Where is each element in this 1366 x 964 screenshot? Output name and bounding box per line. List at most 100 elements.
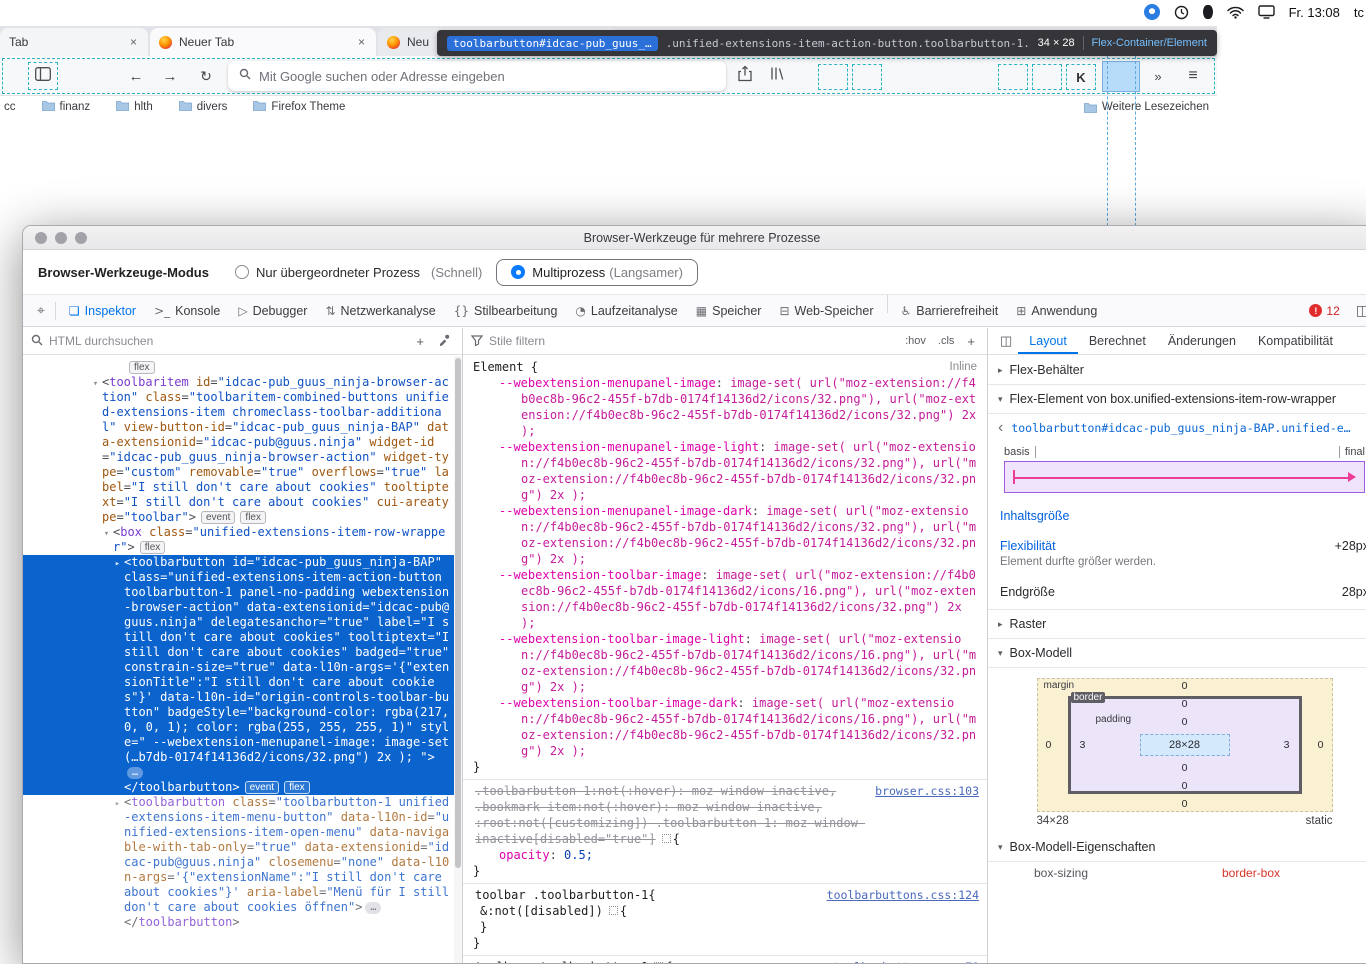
chevron-left-icon[interactable]: ‹ — [998, 420, 1003, 436]
flex-item-selector[interactable]: toolbarbutton#idcac-pub_guus_ninja-BAP.u… — [1011, 421, 1350, 435]
split-console-icon[interactable]: ◫ — [1352, 302, 1366, 319]
tab-laufzeitanalyse[interactable]: ◔Laufzeitanalyse — [566, 295, 686, 326]
add-node-button[interactable]: + — [412, 334, 428, 349]
css-declaration[interactable]: --webextension-toolbar-image-dark: image… — [463, 695, 987, 759]
mouse-icon[interactable] — [1203, 5, 1213, 19]
markup-node[interactable]: ▸<toolbarbutton class="toolbarbutton-1 u… — [23, 795, 454, 930]
menubar-clock[interactable]: Fr. 13:08 — [1289, 5, 1340, 20]
css-declaration[interactable]: --webextension-menupanel-image-dark: ima… — [463, 503, 987, 567]
box-model-property-row[interactable]: box-sizingborder-box — [988, 862, 1366, 884]
border-left-value[interactable]: 3 — [1080, 739, 1086, 751]
mode-option-parent-process[interactable]: Nur übergeordneter Prozess (Schnell) — [235, 265, 482, 280]
eyedropper-icon[interactable] — [434, 334, 454, 349]
padding-bottom-value[interactable]: 0 — [1182, 762, 1188, 774]
chevron-right-icon[interactable]: ▸ — [111, 795, 124, 915]
error-count-badge[interactable]: ! 12 — [1309, 304, 1339, 318]
wifi-icon[interactable] — [1227, 6, 1244, 19]
bookmark-item[interactable]: divers — [179, 100, 228, 114]
chevron-down-icon[interactable]: ▾ — [100, 525, 113, 555]
tab-close-icon[interactable]: × — [356, 36, 367, 48]
add-rule-button[interactable]: + — [963, 334, 979, 349]
badge-flex[interactable]: flex — [240, 511, 266, 524]
badge-flex[interactable]: flex — [129, 361, 155, 374]
rule-source-link[interactable]: toolbarbuttons.css:124 — [827, 887, 979, 903]
badge-event[interactable]: event — [245, 781, 279, 794]
tab-änderungen[interactable]: Änderungen — [1157, 328, 1247, 354]
markup-node[interactable]: ▸<toolbarbutton id="idcac-pub_guus_ninja… — [23, 555, 454, 795]
content-size-label[interactable]: Inhaltsgröße — [1000, 509, 1069, 523]
rules-filter-input[interactable] — [489, 334, 896, 348]
rule-selector[interactable]: .bookmark-item:not(:hover):-moz-window-i… — [463, 799, 987, 815]
grid-section-header[interactable]: ▸Raster — [988, 609, 1366, 639]
badge-flex[interactable]: flex — [140, 541, 166, 554]
rule-source-link[interactable]: browser.css:103 — [875, 783, 979, 799]
other-bookmarks-folder[interactable]: Weitere Lesezeichen — [1084, 101, 1209, 113]
flex-item-section-header[interactable]: ▾Flex-Element von box.unified-extensions… — [988, 385, 1366, 414]
bookmark-item[interactable]: cc — [4, 101, 16, 113]
border-top-value[interactable]: 0 — [1182, 698, 1188, 710]
margin-top-value[interactable]: 0 — [1182, 680, 1188, 692]
tab-speicher[interactable]: ▦Speicher — [687, 295, 771, 326]
css-declaration[interactable]: --webextension-toolbar-image: image-set(… — [463, 567, 987, 631]
tab-kompatibilität[interactable]: Kompatibilität — [1247, 328, 1344, 354]
rule-source-link[interactable]: toolbarbuttons.css:78 — [834, 959, 979, 963]
maximize-window-button[interactable] — [75, 232, 87, 244]
css-declaration[interactable]: --webextension-menupanel-image: image-se… — [463, 375, 987, 439]
markup-search-input[interactable] — [49, 334, 406, 348]
flex-container-section-header[interactable]: ▸Flex-Behälter — [988, 356, 1366, 385]
radio-icon-selected[interactable] — [511, 265, 525, 279]
scrollbar-thumb[interactable] — [455, 358, 461, 868]
menubar-app-icon[interactable] — [1144, 4, 1160, 20]
tab-berechnet[interactable]: Berechnet — [1078, 328, 1157, 354]
tab-netzwerkanalyse[interactable]: ⇅Netzwerkanalyse — [316, 295, 444, 326]
history-clock-icon[interactable] — [1174, 5, 1189, 20]
tab-inspektor[interactable]: ❏Inspektor — [60, 295, 145, 326]
tab-barrierefreiheit[interactable]: ♿Barrierefreiheit — [892, 295, 1008, 326]
tab-konsole[interactable]: >_Konsole — [145, 295, 229, 326]
box-model-section-header[interactable]: ▾Box-Modell — [988, 639, 1366, 668]
chevron-right-icon[interactable]: ▸ — [111, 555, 124, 780]
pseudo-class-toggle[interactable]: :hov — [902, 335, 929, 347]
tab-web-speicher[interactable]: ⊟Web-Speicher — [770, 295, 882, 326]
bookmark-item[interactable]: hlth — [116, 100, 153, 114]
box-model-properties-header[interactable]: ▾Box-Modell-Eigenschaften — [988, 833, 1366, 862]
css-declaration[interactable]: --webextension-menupanel-image-light: im… — [463, 439, 987, 503]
tab-layout[interactable]: Layout — [1018, 328, 1078, 354]
display-icon[interactable] — [1258, 5, 1275, 19]
tab-anwendung[interactable]: ⊞Anwendung — [1007, 295, 1106, 326]
css-declaration[interactable]: opacity: 0.5; — [463, 847, 987, 863]
show-more-attributes-button[interactable]: … — [127, 767, 143, 779]
selector-highlighter-icon[interactable] — [654, 962, 663, 963]
css-declaration[interactable]: --webextension-toolbar-image-light: imag… — [463, 631, 987, 695]
box-model-content[interactable]: 28×28 — [1140, 734, 1230, 756]
padding-top-value[interactable]: 0 — [1182, 716, 1188, 728]
box-model-diagram[interactable]: margin border padding 28×28 0 0 0 0 0 0 … — [1037, 678, 1333, 812]
markup-node[interactable]: ▾<toolbaritem id="idcac-pub_guus_ninja-b… — [23, 375, 454, 525]
sidebar-panel-toggle-icon[interactable]: ◫ — [996, 333, 1016, 349]
tab-stilbearbeitung[interactable]: {}Stilbearbeitung — [445, 295, 567, 326]
radio-icon[interactable] — [235, 265, 249, 279]
tab-neuer-tab[interactable]: Neuer Tab× — [150, 28, 376, 56]
rule-selector[interactable]: :root:not([customizing]) .toolbarbutton-… — [463, 815, 987, 847]
margin-left-value[interactable]: 0 — [1046, 739, 1052, 751]
close-window-button[interactable] — [35, 232, 47, 244]
bookmark-item[interactable]: finanz — [42, 100, 91, 114]
border-right-value[interactable]: 3 — [1284, 739, 1290, 751]
markup-scrollbar[interactable] — [454, 356, 462, 963]
badge-flex[interactable]: flex — [284, 781, 310, 794]
tab-tab[interactable]: Tab× — [0, 28, 148, 56]
tab-debugger[interactable]: ▷Debugger — [229, 295, 316, 326]
margin-bottom-value[interactable]: 0 — [1182, 798, 1188, 810]
badge-event[interactable]: event — [201, 511, 235, 524]
minimize-window-button[interactable] — [55, 232, 67, 244]
markup-node[interactable]: flex — [23, 360, 454, 375]
chevron-down-icon[interactable]: ▾ — [89, 375, 102, 525]
pick-element-button[interactable]: ⌖ — [31, 295, 51, 326]
selector-highlighter-icon[interactable] — [609, 906, 618, 915]
border-bottom-value[interactable]: 0 — [1182, 780, 1188, 792]
show-more-attributes-button[interactable]: … — [365, 902, 381, 914]
flexibility-label[interactable]: Flexibilität — [1000, 539, 1056, 553]
tab-close-icon[interactable]: × — [128, 36, 139, 48]
markup-node[interactable]: ▾<box class="unified-extensions-item-row… — [23, 525, 454, 555]
class-toggle[interactable]: .cls — [935, 335, 958, 347]
